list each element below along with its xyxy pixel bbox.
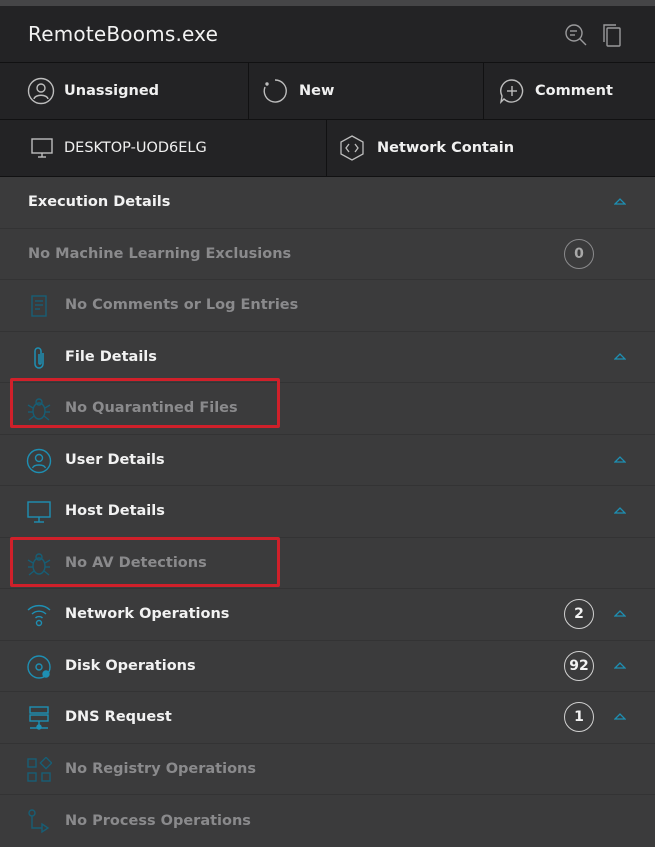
monitor-icon (26, 499, 52, 525)
section-label: No Quarantined Files (65, 400, 238, 417)
section-label: Execution Details (28, 194, 171, 211)
process-icon (26, 808, 52, 834)
section-label: No AV Detections (65, 554, 207, 571)
collapse-icon[interactable] (614, 660, 626, 670)
paperclip-icon (26, 345, 52, 371)
collapse-icon[interactable] (614, 505, 626, 515)
section-label: No Comments or Log Entries (65, 297, 299, 314)
count-badge: 1 (564, 702, 594, 732)
section-label: User Details (65, 451, 165, 468)
section-label: File Details (65, 348, 157, 365)
count-badge: 0 (564, 238, 594, 269)
collapse-icon[interactable] (614, 608, 626, 618)
comment-label: Comment (535, 83, 613, 99)
user-icon (27, 77, 55, 105)
section-label: Network Operations (65, 606, 230, 623)
assignee-label: Unassigned (64, 83, 160, 99)
section-quarantined-files: No Quarantined Files (0, 383, 655, 435)
collapse-icon[interactable] (614, 351, 626, 361)
section-dns-request[interactable]: DNS Request 1 (0, 692, 655, 744)
user-icon (26, 448, 52, 474)
copy-icon[interactable] (600, 22, 626, 52)
section-label: No Process Operations (65, 812, 251, 829)
section-registry-operations: No Registry Operations (0, 744, 655, 795)
section-user-details[interactable]: User Details (0, 435, 655, 486)
window-title: RemoteBooms.exe (28, 22, 219, 46)
count-badge: 92 (564, 650, 594, 681)
comment-button[interactable]: Comment (484, 63, 655, 119)
section-process-operations: No Process Operations (0, 795, 655, 847)
server-icon (26, 705, 52, 731)
section-comments: No Comments or Log Entries (0, 280, 655, 332)
detail-sections: Execution Details No Machine Learning Ex… (0, 177, 655, 847)
host-label: DESKTOP-UOD6ELG (64, 140, 207, 156)
notes-icon (26, 293, 52, 319)
wifi-icon (26, 602, 52, 628)
section-ml-exclusions: No Machine Learning Exclusions 0 (0, 229, 655, 280)
collapse-icon[interactable] (614, 196, 626, 206)
computer-icon (30, 137, 54, 159)
section-file-details[interactable]: File Details (0, 332, 655, 383)
assignee-button[interactable]: Unassigned (0, 63, 248, 119)
status-spinner-icon (262, 78, 288, 104)
section-execution-details[interactable]: Execution Details (0, 177, 655, 229)
collapse-icon[interactable] (614, 711, 626, 721)
status-label: New (299, 83, 335, 99)
collapse-icon[interactable] (614, 454, 626, 464)
section-network-operations[interactable]: Network Operations 2 (0, 589, 655, 641)
section-av-detections: No AV Detections (0, 538, 655, 589)
section-disk-operations[interactable]: Disk Operations 92 (0, 641, 655, 692)
section-label: DNS Request (65, 709, 172, 726)
host-button[interactable]: DESKTOP-UOD6ELG (0, 120, 326, 176)
disk-icon (26, 654, 52, 680)
section-host-details[interactable]: Host Details (0, 486, 655, 538)
section-label: Disk Operations (65, 657, 196, 674)
section-label: No Machine Learning Exclusions (28, 245, 292, 262)
section-label: Host Details (65, 503, 165, 520)
registry-icon (26, 755, 53, 783)
add-comment-icon (499, 78, 525, 104)
host-row: DESKTOP-UOD6ELG Network Contain (0, 120, 655, 177)
network-contain-button[interactable]: Network Contain (327, 120, 655, 176)
count-badge: 2 (564, 599, 594, 629)
action-row: Unassigned New Comment (0, 63, 655, 120)
bug-icon (26, 396, 52, 422)
section-label: No Registry Operations (65, 760, 256, 777)
bug-icon (26, 551, 52, 577)
network-contain-label: Network Contain (377, 140, 515, 156)
window-header: RemoteBooms.exe (0, 6, 655, 63)
network-contain-icon (340, 135, 364, 161)
status-button[interactable]: New (249, 63, 483, 119)
search-list-icon[interactable] (563, 22, 589, 52)
